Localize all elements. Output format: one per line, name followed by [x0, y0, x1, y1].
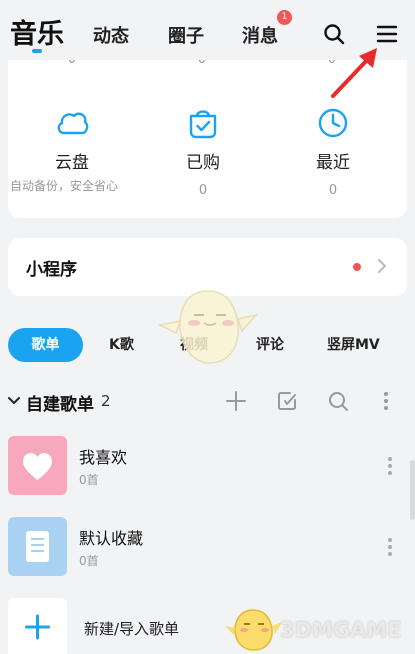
more-icon[interactable] [387, 537, 393, 557]
tab-music[interactable]: 音乐 [10, 12, 64, 51]
tab-playlists[interactable]: 歌单 [8, 328, 83, 362]
cloud-drive-subtitle: 自动备份，安全省心 [10, 179, 119, 193]
new-playlist-label: 新建/导入歌单 [84, 620, 180, 638]
tab-messages[interactable]: 消息 [242, 22, 278, 48]
playlist-count: 0首 [79, 554, 99, 568]
recent-label: 最近 [316, 153, 350, 173]
new-playlist-cover [8, 598, 67, 654]
add-icon[interactable] [225, 390, 247, 412]
more-icon[interactable] [387, 456, 393, 476]
purchased-item[interactable]: 已购 0 [143, 106, 263, 198]
section-count: 2 [101, 392, 111, 410]
search-icon[interactable] [327, 390, 349, 412]
tab-comments[interactable]: 评论 [256, 328, 284, 362]
playlist-cover [8, 436, 67, 495]
message-badge: 1 [277, 10, 292, 25]
bag-check-icon [189, 110, 217, 139]
clock-icon [318, 108, 348, 138]
more-icon[interactable] [383, 390, 389, 412]
playlist-count: 0首 [79, 473, 99, 487]
search-icon[interactable] [322, 22, 346, 46]
chevron-right-icon [378, 259, 386, 273]
playlist-row[interactable]: 默认收藏 0首 [0, 517, 415, 583]
chevron-down-icon[interactable] [8, 396, 20, 406]
playlist-row[interactable]: 我喜欢 0首 [0, 436, 415, 502]
scrollbar[interactable] [410, 460, 415, 520]
menu-icon[interactable] [375, 22, 399, 46]
arrow-annotation-icon [331, 48, 377, 98]
import-icon[interactable] [276, 390, 298, 412]
watermark-text: 3DMGAME [280, 618, 402, 642]
cloud-drive-label: 云盘 [55, 153, 89, 173]
tab-circle[interactable]: 圈子 [168, 22, 204, 48]
section-title[interactable]: 自建歌单 [26, 390, 94, 415]
playlist-name: 默认收藏 [79, 529, 144, 548]
my-playlists-header: 自建歌单 2 [0, 388, 415, 416]
tab-feed[interactable]: 动态 [93, 22, 129, 48]
add-icon [25, 614, 50, 640]
cloud-icon [57, 112, 89, 135]
heart-icon [23, 453, 52, 480]
cloud-drive-item[interactable]: 云盘 [12, 106, 132, 173]
mascot-watermark-icon [158, 290, 258, 364]
recent-count: 0 [328, 183, 338, 198]
tab-karaoke[interactable]: K歌 [109, 328, 134, 362]
mascot-logo-icon [225, 609, 282, 651]
document-icon [26, 531, 49, 562]
site-watermark: 3DMGAME [225, 604, 415, 654]
mini-program-label: 小程序 [26, 260, 77, 280]
playlist-cover [8, 517, 67, 576]
tab-vertical-mv[interactable]: 竖屏MV [327, 328, 380, 362]
active-tab-indicator [32, 49, 42, 53]
playlist-name: 我喜欢 [79, 448, 128, 467]
purchased-count: 0 [198, 183, 208, 198]
purchased-label: 已购 [186, 153, 220, 173]
recent-item[interactable]: 最近 0 [273, 106, 393, 198]
notification-dot [353, 263, 361, 271]
